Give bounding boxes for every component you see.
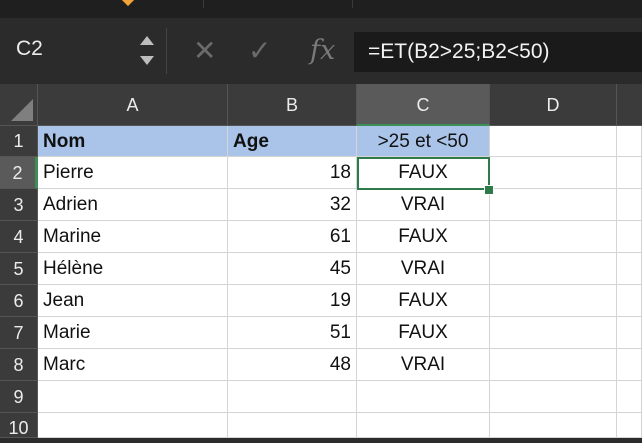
- cell-b1[interactable]: Age: [228, 126, 357, 157]
- cell-e8[interactable]: [617, 349, 642, 381]
- ribbon-diamond-icon: [120, 0, 136, 7]
- name-box-value: C2: [16, 37, 43, 60]
- column-header-c[interactable]: C: [357, 84, 490, 126]
- chevron-down-icon[interactable]: [140, 56, 154, 65]
- cell-e4[interactable]: [617, 221, 642, 253]
- select-all-button[interactable]: [0, 84, 38, 126]
- cell-d6[interactable]: [490, 285, 617, 317]
- chevron-up-icon[interactable]: [140, 36, 154, 45]
- column-header-e[interactable]: [617, 84, 642, 126]
- formula-bar-divider: [166, 28, 167, 74]
- cell-e6[interactable]: [617, 285, 642, 317]
- cell-c5[interactable]: VRAI: [357, 253, 490, 285]
- cell-a1[interactable]: Nom: [38, 126, 228, 157]
- ribbon-separator: [352, 0, 353, 8]
- cell-b9[interactable]: [228, 381, 357, 413]
- cell-c2[interactable]: FAUX: [357, 157, 490, 189]
- cell-d4[interactable]: [490, 221, 617, 253]
- select-all-icon: [11, 99, 33, 121]
- row-header-6[interactable]: 6: [0, 285, 38, 317]
- cell-b4[interactable]: 61: [228, 221, 357, 253]
- cell-c8[interactable]: VRAI: [357, 349, 490, 381]
- cell-b8[interactable]: 48: [228, 349, 357, 381]
- cell-c3[interactable]: VRAI: [357, 189, 490, 221]
- row-header-2[interactable]: 2: [0, 157, 38, 189]
- row-header-5[interactable]: 5: [0, 253, 38, 285]
- cell-a3[interactable]: Adrien: [38, 189, 228, 221]
- cancel-icon[interactable]: ✕: [193, 34, 216, 68]
- column-header-d[interactable]: D: [490, 84, 617, 126]
- cell-a8[interactable]: Marc: [38, 349, 228, 381]
- cell-c9[interactable]: [357, 381, 490, 413]
- cell-c7[interactable]: FAUX: [357, 317, 490, 349]
- column-header-a[interactable]: A: [38, 84, 228, 126]
- cell-a7[interactable]: Marie: [38, 317, 228, 349]
- ribbon-strip: [0, 0, 642, 18]
- fill-handle[interactable]: [484, 185, 494, 195]
- cell-b6[interactable]: 19: [228, 285, 357, 317]
- confirm-icon[interactable]: ✓: [248, 34, 271, 68]
- cell-e2[interactable]: [617, 157, 642, 189]
- cell-b10[interactable]: [228, 413, 357, 438]
- cell-d10[interactable]: [490, 413, 617, 438]
- cell-a6[interactable]: Jean: [38, 285, 228, 317]
- cell-d9[interactable]: [490, 381, 617, 413]
- cell-e10[interactable]: [617, 413, 642, 438]
- name-box[interactable]: C2: [0, 18, 166, 84]
- cell-e1[interactable]: [617, 126, 642, 157]
- cell-a5[interactable]: Hélène: [38, 253, 228, 285]
- cell-b3[interactable]: 32: [228, 189, 357, 221]
- cell-e7[interactable]: [617, 317, 642, 349]
- column-header-b[interactable]: B: [228, 84, 357, 126]
- cell-d2[interactable]: [490, 157, 617, 189]
- cell-d8[interactable]: [490, 349, 617, 381]
- cell-b7[interactable]: 51: [228, 317, 357, 349]
- ribbon-separator: [203, 0, 204, 8]
- row-header-1[interactable]: 1: [0, 126, 38, 157]
- cell-b5[interactable]: 45: [228, 253, 357, 285]
- spreadsheet-grid: A B C D 1 2 3 4 5 6 7 8 9 10 Nom Age >25…: [0, 84, 642, 438]
- cell-b2[interactable]: 18: [228, 157, 357, 189]
- insert-function-icon[interactable]: fx: [310, 34, 335, 68]
- cell-e5[interactable]: [617, 253, 642, 285]
- cell-e9[interactable]: [617, 381, 642, 413]
- row-header-8[interactable]: 8: [0, 349, 38, 381]
- cell-c1[interactable]: >25 et <50: [357, 126, 490, 157]
- row-header-7[interactable]: 7: [0, 317, 38, 349]
- name-box-stepper[interactable]: [139, 34, 155, 72]
- formula-input[interactable]: =ET(B2>25;B2<50): [354, 32, 642, 72]
- cell-d3[interactable]: [490, 189, 617, 221]
- cell-d7[interactable]: [490, 317, 617, 349]
- cell-c6[interactable]: FAUX: [357, 285, 490, 317]
- cell-a9[interactable]: [38, 381, 228, 413]
- formula-bar: C2 ✕ ✓ fx =ET(B2>25;B2<50): [0, 18, 642, 84]
- cell-d1[interactable]: [490, 126, 617, 157]
- cell-c10[interactable]: [357, 413, 490, 438]
- row-header-9[interactable]: 9: [0, 381, 38, 413]
- cell-c4[interactable]: FAUX: [357, 221, 490, 253]
- cell-d5[interactable]: [490, 253, 617, 285]
- cell-e3[interactable]: [617, 189, 642, 221]
- row-header-4[interactable]: 4: [0, 221, 38, 253]
- cell-a2[interactable]: Pierre: [38, 157, 228, 189]
- cell-a10[interactable]: [38, 413, 228, 438]
- cell-a4[interactable]: Marine: [38, 221, 228, 253]
- row-header-3[interactable]: 3: [0, 189, 38, 221]
- row-header-10[interactable]: 10: [0, 413, 38, 438]
